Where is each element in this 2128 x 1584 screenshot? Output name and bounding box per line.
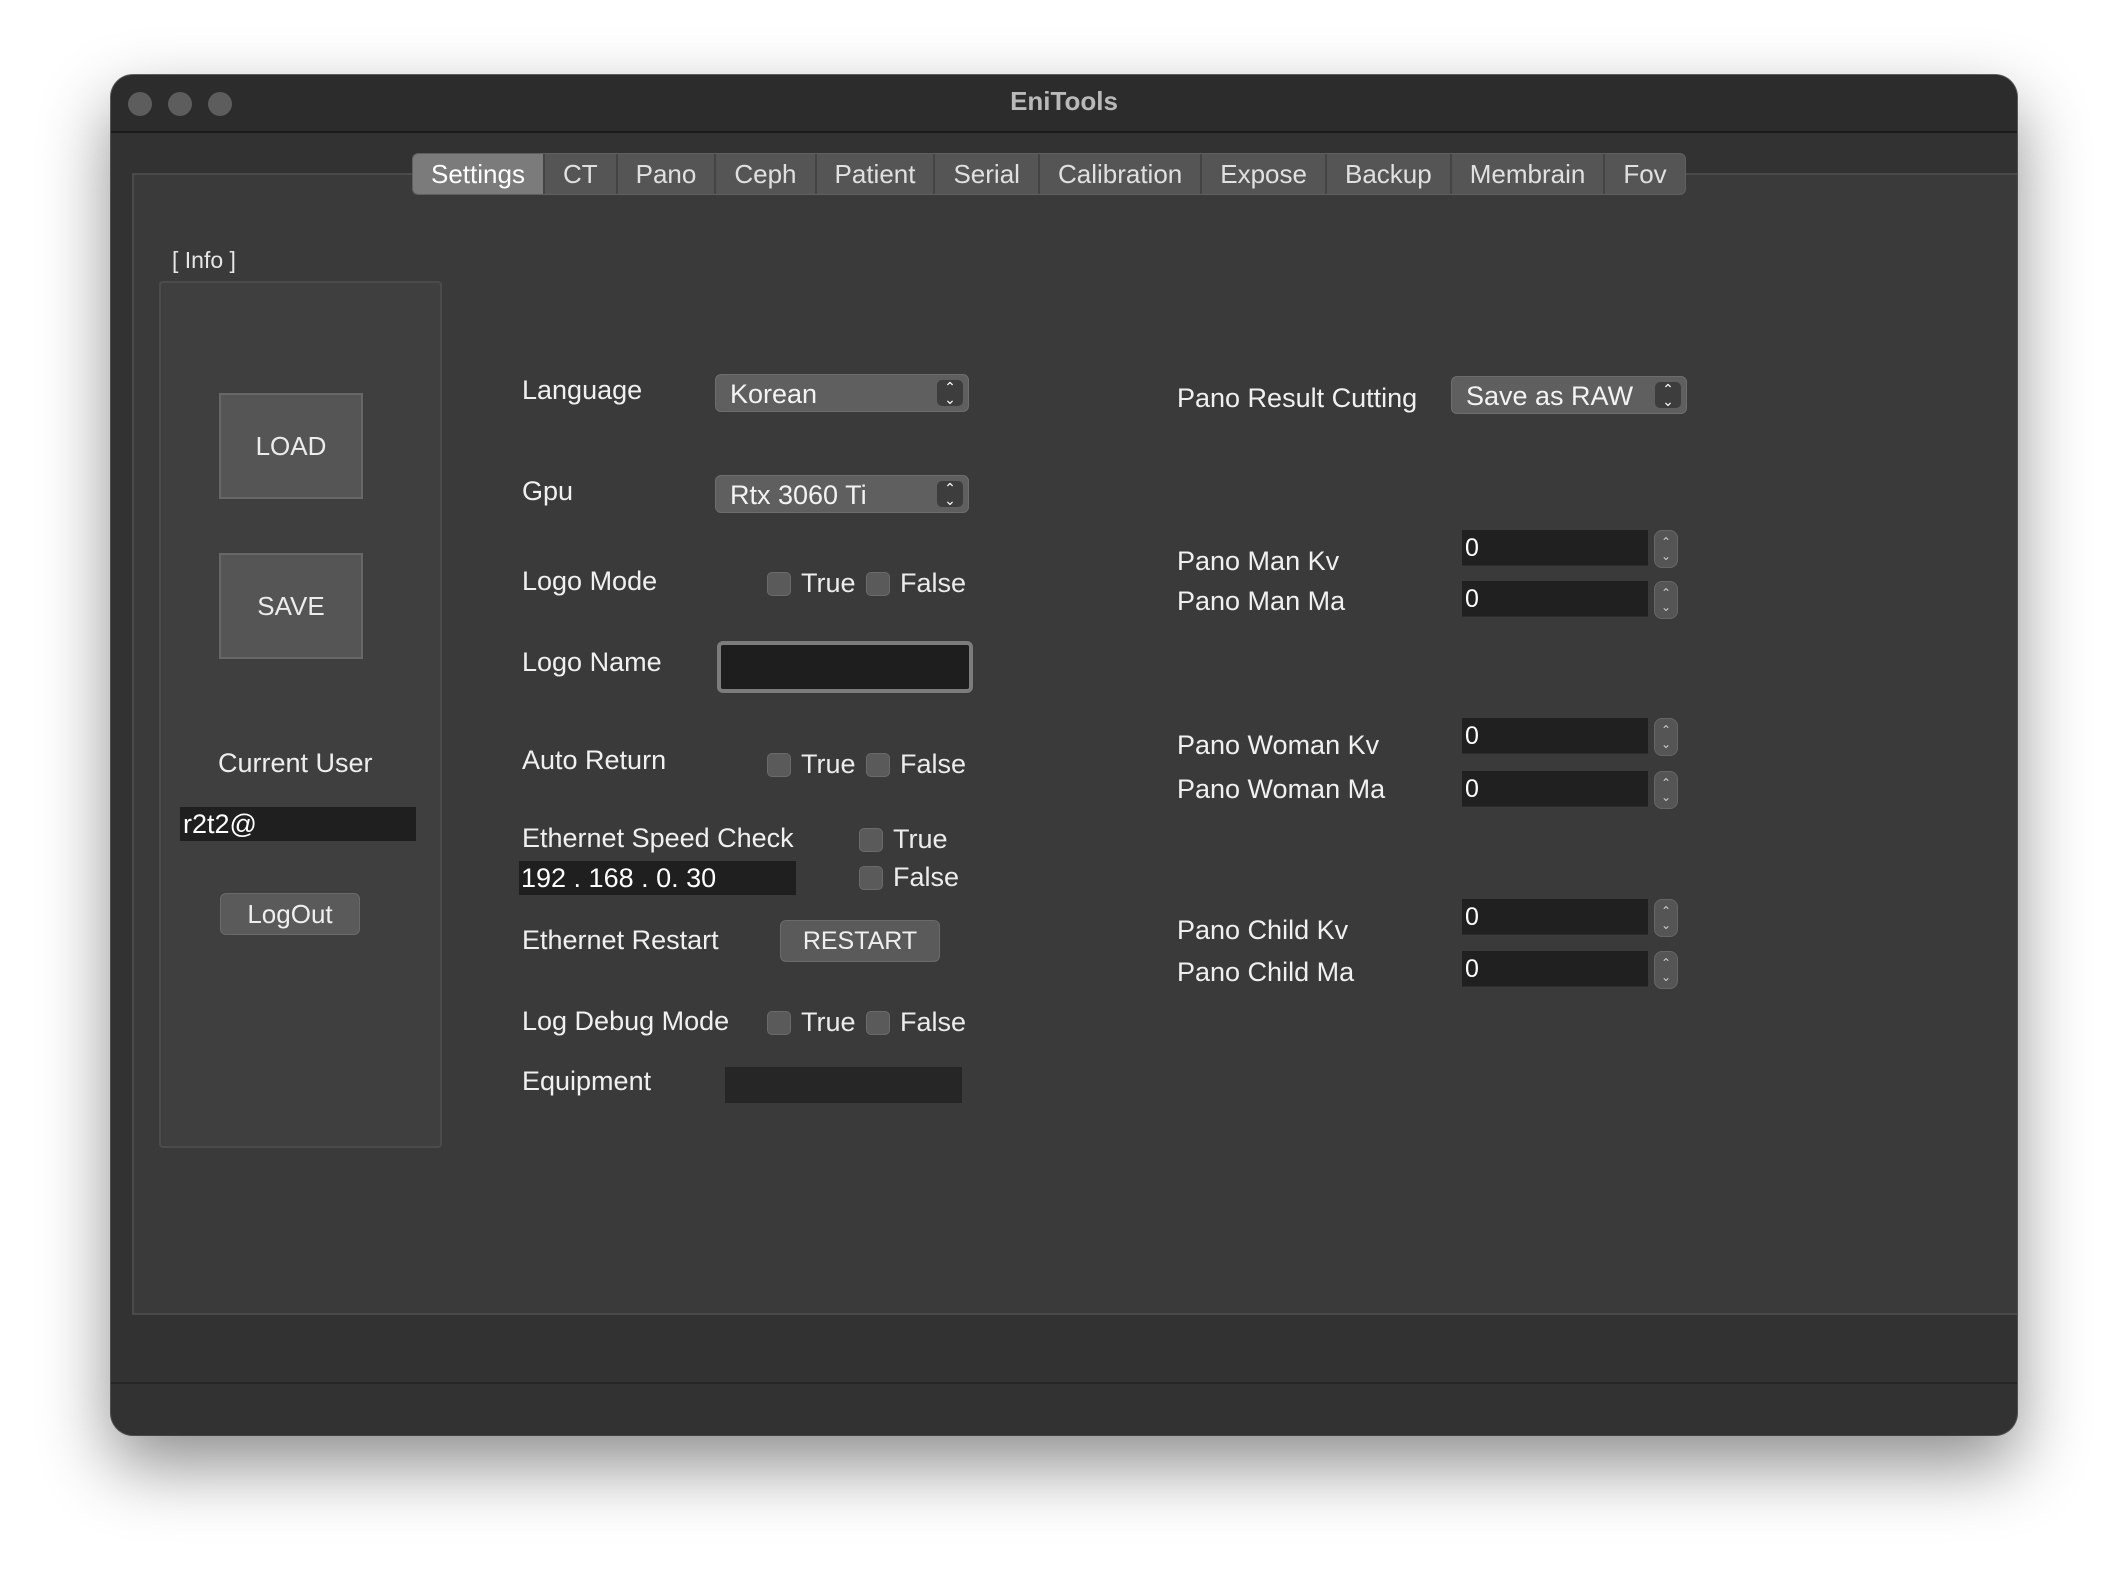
logout-button[interactable]: LogOut [220,893,360,935]
checkbox-icon [866,1010,890,1035]
tab-fov[interactable]: Fov [1605,154,1684,194]
pano-child-kv-input[interactable]: 0 [1462,899,1648,935]
ethernet-speed-check-label: Ethernet Speed Check [522,823,794,853]
logo-mode-false-label: False [900,568,967,598]
log-debug-true-checkbox[interactable]: True [767,1007,856,1038]
logo-name-input[interactable] [717,641,973,693]
checkbox-icon [767,1010,791,1035]
pano-woman-kv-input[interactable]: 0 [1462,718,1648,754]
stepper-icon[interactable]: ⌃ ⌄ [1654,899,1678,937]
tab-ct[interactable]: CT [545,154,618,194]
ethernet-speed-true-label: True [893,824,948,854]
equipment-label: Equipment [522,1066,652,1096]
log-debug-mode-label: Log Debug Mode [522,1006,730,1036]
pano-man-kv-input[interactable]: 0 [1462,530,1648,566]
pano-woman-ma-input[interactable]: 0 [1462,771,1648,807]
log-debug-true-label: True [801,1007,856,1037]
auto-return-false-checkbox[interactable]: False [866,749,966,780]
logo-mode-false-checkbox[interactable]: False [866,568,966,599]
equipment-field[interactable] [725,1067,962,1103]
ethernet-speed-false-label: False [893,862,960,892]
logo-name-label: Logo Name [522,647,662,677]
auto-return-true-label: True [801,749,856,779]
tab-backup[interactable]: Backup [1327,154,1452,194]
language-select-value: Korean [730,379,818,409]
pano-child-kv-label: Pano Child Kv [1177,915,1349,945]
stepper-icon[interactable]: ⌃ ⌄ [1654,771,1678,809]
auto-return-false-label: False [900,749,967,779]
pano-woman-ma-label: Pano Woman Ma [1177,774,1386,804]
checkbox-icon [866,752,890,777]
auto-return-true-checkbox[interactable]: True [767,749,856,780]
gpu-label: Gpu [522,476,574,506]
ethernet-speed-false-checkbox[interactable]: False [859,862,959,893]
stepper-icon[interactable]: ⌃ ⌄ [1654,951,1678,989]
ip-address-field[interactable]: 192 . 168 . 0. 30 [519,861,796,895]
ethernet-speed-true-checkbox[interactable]: True [859,824,948,855]
checkbox-icon [767,752,791,777]
log-debug-false-checkbox[interactable]: False [866,1007,966,1038]
save-button[interactable]: SAVE [219,553,363,659]
logo-mode-label: Logo Mode [522,566,658,596]
info-group-label: [ Info ] [172,247,236,273]
gpu-select[interactable]: Rtx 3060 Ti ⌃ ⌄ [715,475,969,513]
pano-man-kv-label: Pano Man Kv [1177,546,1340,576]
window-title: EniTools [1010,86,1118,116]
tab-expose[interactable]: Expose [1202,154,1327,194]
pano-man-ma-label: Pano Man Ma [1177,586,1346,616]
status-bar-divider [111,1382,2017,1384]
logo-mode-true-label: True [801,568,856,598]
load-button[interactable]: LOAD [219,393,363,499]
pano-result-cutting-label: Pano Result Cutting [1177,383,1418,413]
checkbox-icon [767,571,791,596]
log-debug-false-label: False [900,1007,967,1037]
pano-result-cutting-select[interactable]: Save as RAW ⌃ ⌄ [1451,376,1687,414]
stepper-icon[interactable]: ⌃ ⌄ [1654,581,1678,619]
tab-serial[interactable]: Serial [935,154,1040,194]
title-bar: EniTools [111,75,2017,133]
tab-ceph[interactable]: Ceph [716,154,817,194]
tab-membrain[interactable]: Membrain [1452,154,1606,194]
pano-child-ma-label: Pano Child Ma [1177,957,1355,987]
stepper-icon[interactable]: ⌃ ⌄ [1654,530,1678,568]
pano-man-ma-input[interactable]: 0 [1462,581,1648,617]
auto-return-label: Auto Return [522,745,667,775]
checkbox-icon [866,571,890,596]
tab-bar: Settings CT Pano Ceph Patient Serial Cal… [412,153,1686,195]
pano-woman-kv-label: Pano Woman Kv [1177,730,1380,760]
tab-calibration[interactable]: Calibration [1040,154,1203,194]
tab-settings[interactable]: Settings [413,154,545,194]
tab-pano[interactable]: Pano [618,154,717,194]
up-down-chevron-icon: ⌃ ⌄ [937,481,963,507]
current-user-field[interactable]: r2t2@ [180,807,416,841]
pano-result-cutting-value: Save as RAW [1466,381,1634,411]
up-down-chevron-icon: ⌃ ⌄ [937,380,963,406]
checkbox-icon [859,827,883,852]
stepper-icon[interactable]: ⌃ ⌄ [1654,718,1678,756]
gpu-select-value: Rtx 3060 Ti [730,480,867,510]
current-user-label: Current User [218,748,373,778]
tab-patient[interactable]: Patient [817,154,936,194]
language-select[interactable]: Korean ⌃ ⌄ [715,374,969,412]
app-window: EniTools Settings CT Pano Ceph Patient S… [111,75,2017,1435]
logo-mode-true-checkbox[interactable]: True [767,568,856,599]
ethernet-restart-label: Ethernet Restart [522,925,719,955]
language-label: Language [522,375,643,405]
checkbox-icon [859,865,883,890]
pano-child-ma-input[interactable]: 0 [1462,951,1648,987]
restart-button[interactable]: RESTART [780,920,940,962]
up-down-chevron-icon: ⌃ ⌄ [1655,382,1681,408]
